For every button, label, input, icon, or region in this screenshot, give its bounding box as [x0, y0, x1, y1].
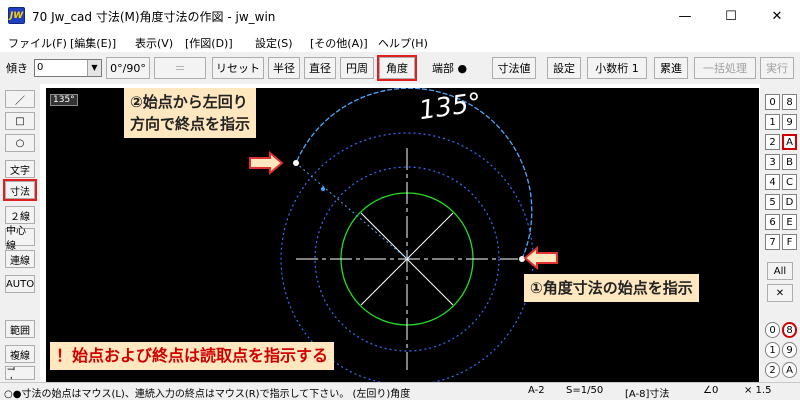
end-point	[293, 160, 299, 166]
cumulative-button[interactable]: 累進	[654, 57, 688, 79]
dim-value-button[interactable]: 寸法値	[492, 57, 536, 79]
angle-dimension-arc	[295, 88, 533, 260]
continuous-line-tool-button[interactable]: 連線	[5, 250, 35, 268]
radius-marker	[321, 187, 325, 191]
layer-7[interactable]: 7	[765, 234, 780, 250]
layer-4[interactable]: 4	[765, 174, 780, 190]
execute-button[interactable]: 実行	[760, 57, 794, 79]
layer-panel: 0 8 1 9 2 A 3 B 4 C 5 D 6 E 7 F All ✕ 0 …	[760, 84, 800, 384]
layer-B[interactable]: B	[782, 154, 797, 170]
layer-group-8[interactable]: 8	[782, 322, 797, 338]
circle-tool-button[interactable]: ○	[5, 134, 35, 152]
range-tool-button[interactable]: 範囲	[5, 320, 35, 338]
menu-view[interactable]: 表示(V)	[135, 35, 173, 51]
dimension-toolbar: 傾き 0 ▼ 0°/90° ＝ リセット 半径 直径 円周 角度 端部 ● 寸法…	[0, 52, 800, 84]
tilt-value: 0	[37, 62, 44, 73]
menu-file[interactable]: ファイル(F)	[8, 35, 67, 51]
window-title: 70 Jw_cad 寸法(M)角度寸法の作図 - jw_win	[32, 10, 276, 24]
layer-D[interactable]: D	[782, 194, 797, 210]
layer-F[interactable]: F	[782, 234, 797, 250]
layer-A[interactable]: A	[782, 134, 797, 150]
auto-tool-button[interactable]: AUTO	[5, 275, 35, 293]
menu-settings[interactable]: 設定(S)	[255, 35, 293, 51]
line-tool-button[interactable]: ／	[5, 90, 35, 108]
settings-button[interactable]: 設定	[547, 57, 581, 79]
layer-group-1[interactable]: 1	[765, 342, 780, 358]
menu-edit[interactable]: [編集(E)]	[70, 35, 116, 51]
layer-6[interactable]: 6	[765, 214, 780, 230]
start-point	[519, 256, 525, 262]
layer-group-0[interactable]: 0	[765, 322, 780, 338]
radius-guide-line	[295, 162, 408, 260]
status-bar: ○●寸法の始点はマウス(L)、連続入力の終点はマウス(R)で指示して下さい。 (…	[0, 382, 800, 400]
center-line-tool-button[interactable]: 中心線	[5, 226, 35, 252]
layer-5[interactable]: 5	[765, 194, 780, 210]
layer-2[interactable]: 2	[765, 134, 780, 150]
radius-button[interactable]: 半径	[268, 57, 300, 79]
layer-E[interactable]: E	[782, 214, 797, 230]
tilt-label: 傾き	[6, 62, 28, 75]
maximize-button[interactable]: ☐	[708, 0, 754, 32]
dimension-tool-button[interactable]: 寸法	[3, 179, 37, 201]
layer-1[interactable]: 1	[765, 114, 780, 130]
decimals-button[interactable]: 小数桁 1	[587, 57, 647, 79]
drawing-scale[interactable]: S=1/50	[566, 385, 603, 396]
paper-size[interactable]: A-2	[528, 385, 545, 396]
menu-draw[interactable]: [作図(D)]	[185, 35, 233, 51]
layer-0[interactable]: 0	[765, 94, 780, 110]
layer-3[interactable]: 3	[765, 154, 780, 170]
drawing-canvas[interactable]: 135° 135° ②始点から左回り 方向で終点を指示 ①角度寸法の始点を指示 …	[46, 88, 759, 382]
close-button[interactable]: ✕	[754, 0, 800, 32]
menu-other[interactable]: [その他(A)]	[310, 35, 368, 51]
minimize-button[interactable]: —	[662, 0, 708, 32]
circumference-button[interactable]: 円周	[340, 57, 374, 79]
text-tool-button[interactable]: 文字	[5, 160, 35, 178]
chevron-down-icon[interactable]: ▼	[87, 60, 101, 76]
title-bar: JW 70 Jw_cad 寸法(M)角度寸法の作図 - jw_win — ☐ ✕	[0, 0, 800, 32]
layer-C[interactable]: C	[782, 174, 797, 190]
layer-9[interactable]: 9	[782, 114, 797, 130]
batch-button[interactable]: 一括処理	[694, 57, 756, 79]
start-point-instruction: ①角度寸法の始点を指示	[524, 274, 699, 302]
angle-button[interactable]: 角度	[377, 55, 417, 81]
layer-group-9[interactable]: 9	[782, 342, 797, 358]
menu-bar: ファイル(F) [編集(E)] 表示(V) [作図(D)] 設定(S) [その他…	[0, 32, 800, 52]
close-icon[interactable]: ✕	[767, 284, 793, 302]
angle-toggle-button[interactable]: 0°/90°	[106, 57, 150, 79]
status-message: ○●寸法の始点はマウス(L)、連続入力の終点はマウス(R)で指示して下さい。 (…	[4, 389, 411, 400]
end-point-instruction: ②始点から左回り 方向で終点を指示	[124, 88, 257, 138]
end-point-instruction-line2: 方向で終点を指示	[130, 115, 251, 133]
corner-tool-button[interactable]: コーナー	[5, 366, 35, 380]
tilt-combo[interactable]: 0 ▼	[34, 59, 102, 77]
start-point-arrow	[523, 245, 558, 271]
rect-tool-button[interactable]: □	[5, 112, 35, 130]
end-point-instruction-line1: ②始点から左回り	[130, 93, 248, 111]
layer-group-A[interactable]: A	[782, 362, 797, 378]
endpoint-label[interactable]: 端部 ●	[432, 60, 467, 76]
scale-tag: 135°	[50, 94, 78, 106]
menu-help[interactable]: ヘルプ(H)	[378, 35, 428, 51]
copy-line-tool-button[interactable]: 複線	[5, 345, 35, 363]
layer-group-2[interactable]: 2	[765, 362, 780, 378]
layer-8[interactable]: 8	[782, 94, 797, 110]
zoom-readout[interactable]: × 1.5	[744, 385, 771, 396]
read-point-note: ！始点および終点は読取点を指示する	[50, 342, 335, 370]
all-layers-button[interactable]: All	[767, 262, 793, 280]
app-icon: JW	[8, 7, 25, 24]
diameter-button[interactable]: 直径	[304, 57, 336, 79]
end-point-arrow	[249, 150, 284, 176]
current-layer[interactable]: [A-8]寸法	[625, 385, 669, 400]
left-toolbar: ／ □ ○ 文字 寸法 ２線 中心線 連線 AUTO 範囲 複線 コーナー	[0, 84, 40, 384]
equals-button[interactable]: ＝	[154, 57, 206, 79]
reset-button[interactable]: リセット	[212, 57, 264, 79]
angle-readout[interactable]: ∠0	[703, 385, 718, 396]
